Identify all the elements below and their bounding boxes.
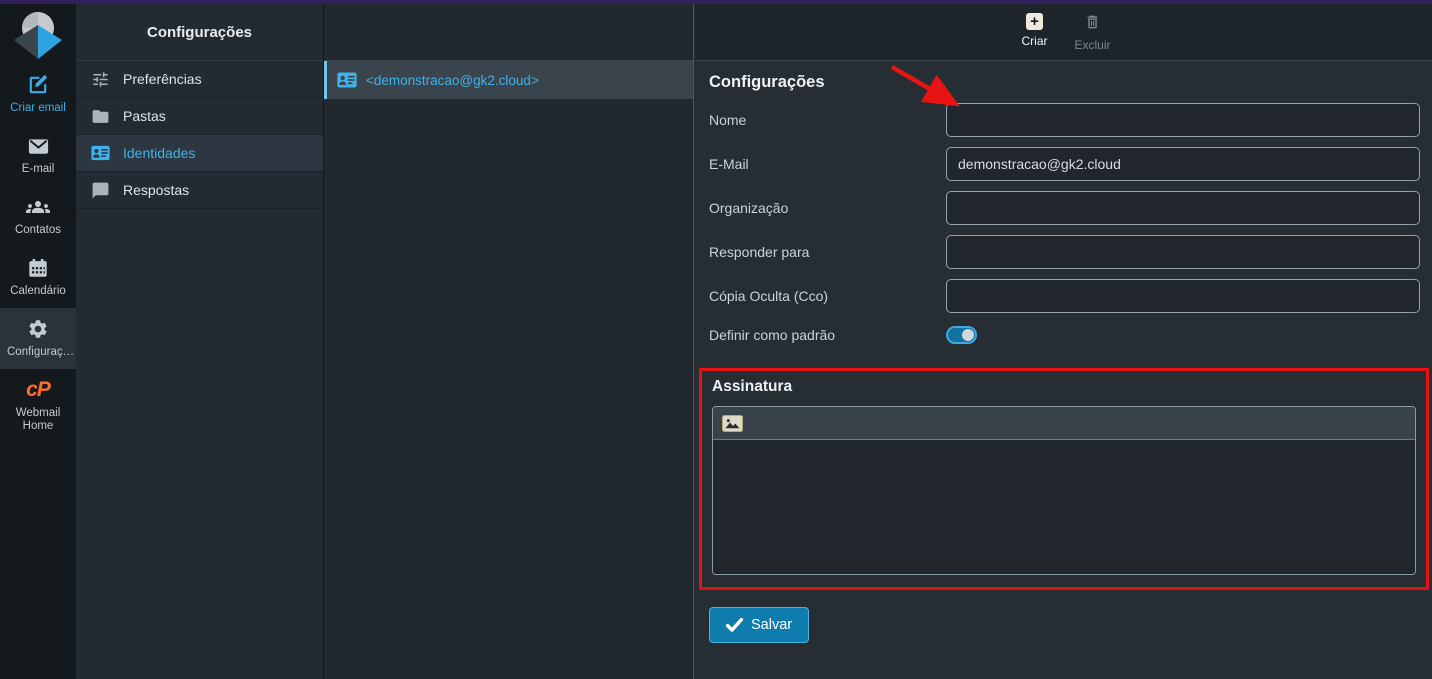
bcc-label: Cópia Oculta (Cco) — [709, 288, 946, 304]
settings-menu: Configurações Preferências Pastas — [76, 4, 324, 679]
roundcube-logo-icon — [11, 11, 65, 61]
insert-image-button[interactable] — [722, 415, 743, 432]
form-row-reply-to: Responder para — [709, 235, 1420, 269]
form-row-default: Definir como padrão — [709, 323, 1420, 347]
form-row-organization: Organização — [709, 191, 1420, 225]
menu-item-identities[interactable]: Identidades — [76, 135, 323, 172]
identity-editor-panel: + Criar Excluir Configurações Nome E-Mai… — [695, 4, 1432, 679]
identities-list-header — [324, 4, 693, 61]
sidebar-item-mail[interactable]: E-mail — [0, 125, 76, 186]
app-taskbar: Criar email E-mail Contatos — [0, 4, 76, 679]
menu-item-preferences[interactable]: Preferências — [76, 61, 323, 98]
calendar-icon — [26, 256, 50, 280]
identity-card-icon — [337, 72, 357, 88]
sliders-icon — [91, 70, 110, 89]
form-title: Configurações — [709, 73, 1420, 93]
default-identity-toggle[interactable] — [946, 326, 977, 344]
save-button-label: Salvar — [751, 617, 792, 633]
app-logo — [0, 8, 76, 64]
identities-list: <demonstracao@gk2.cloud> — [324, 4, 694, 679]
gear-icon — [26, 317, 50, 341]
identity-email-label: <demonstracao@gk2.cloud> — [366, 73, 539, 88]
menu-item-label: Identidades — [123, 145, 195, 161]
bcc-input[interactable] — [946, 279, 1420, 313]
sidebar-item-label: Calendário — [10, 285, 66, 298]
email-label: E-Mail — [709, 156, 946, 172]
reply-to-label: Responder para — [709, 244, 946, 260]
menu-item-responses[interactable]: Respostas — [76, 172, 323, 209]
signature-text-area[interactable] — [713, 440, 1415, 574]
set-default-label: Definir como padrão — [709, 327, 946, 343]
plus-icon: + — [1026, 13, 1043, 30]
sidebar-item-webmail-home[interactable]: cP Webmail Home — [0, 369, 76, 443]
identity-card-icon — [91, 144, 110, 163]
top-accent-strip — [0, 0, 1432, 4]
organization-input[interactable] — [946, 191, 1420, 225]
sidebar-item-label: Configuraç… — [7, 346, 69, 359]
signature-editor-toolbar — [713, 407, 1415, 440]
settings-menu-title: Configurações — [76, 4, 323, 61]
form-row-email: E-Mail — [709, 147, 1420, 181]
cpanel-logo-icon: cP — [26, 378, 50, 402]
email-input[interactable] — [946, 147, 1420, 181]
trash-icon — [1084, 13, 1101, 34]
chat-bubble-icon — [91, 181, 110, 200]
create-identity-button[interactable]: + Criar — [1015, 13, 1055, 48]
contacts-icon — [26, 195, 50, 219]
delete-button-label: Excluir — [1074, 38, 1110, 52]
save-button[interactable]: Salvar — [709, 607, 809, 643]
signature-annotation-box: Assinatura — [699, 368, 1429, 590]
menu-item-label: Pastas — [123, 108, 166, 124]
organization-label: Organização — [709, 200, 946, 216]
sidebar-item-compose[interactable]: Criar email — [0, 64, 76, 125]
sidebar-item-calendar[interactable]: Calendário — [0, 247, 76, 308]
signature-editor — [712, 406, 1416, 575]
sidebar-item-contacts[interactable]: Contatos — [0, 186, 76, 247]
identity-list-item[interactable]: <demonstracao@gk2.cloud> — [324, 61, 693, 99]
compose-icon — [26, 73, 50, 97]
create-button-label: Criar — [1022, 34, 1048, 48]
mail-icon — [26, 134, 50, 158]
signature-title: Assinatura — [712, 378, 1416, 396]
sidebar-item-label: Contatos — [15, 224, 61, 237]
sidebar-item-label: Webmail Home — [7, 407, 69, 433]
name-label: Nome — [709, 112, 946, 128]
form-row-bcc: Cópia Oculta (Cco) — [709, 279, 1420, 313]
menu-item-folders[interactable]: Pastas — [76, 98, 323, 135]
toggle-knob — [962, 329, 974, 341]
form-row-name: Nome — [709, 103, 1420, 137]
sidebar-item-settings[interactable]: Configuraç… — [0, 308, 76, 369]
name-input[interactable] — [946, 103, 1420, 137]
editor-toolbar: + Criar Excluir — [695, 4, 1432, 61]
sidebar-item-label: E-mail — [22, 163, 55, 176]
sidebar-item-label: Criar email — [10, 102, 66, 115]
menu-item-label: Respostas — [123, 182, 189, 198]
menu-item-label: Preferências — [123, 71, 202, 87]
check-icon — [726, 618, 743, 632]
delete-identity-button[interactable]: Excluir — [1073, 13, 1113, 52]
identity-form: Configurações Nome E-Mail Organização Re… — [695, 61, 1432, 643]
folder-icon — [91, 107, 110, 126]
reply-to-input[interactable] — [946, 235, 1420, 269]
